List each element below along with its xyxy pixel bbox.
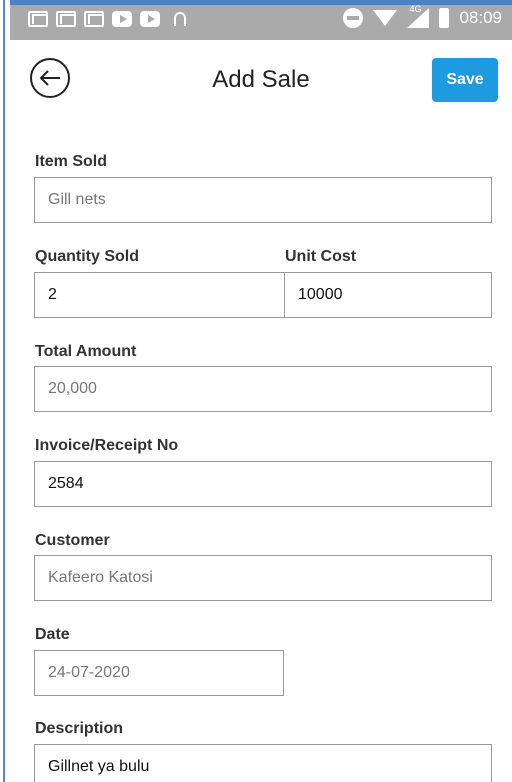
- unit-cost-label: Unit Cost: [285, 248, 357, 265]
- clock: 08:09: [459, 8, 502, 27]
- left-edge: [0, 0, 8, 782]
- item-sold-label: Item Sold: [35, 153, 108, 170]
- gmail-icon: [56, 11, 76, 27]
- gmail-icon: [84, 11, 104, 27]
- unit-cost-field[interactable]: 10000: [284, 272, 492, 318]
- item-sold-field[interactable]: Gill nets: [34, 177, 492, 223]
- network-type: 4G: [409, 4, 422, 14]
- gmail-icon: [28, 11, 48, 27]
- unit-cost-value: 10000: [298, 286, 343, 303]
- total-amount-value: 20,000: [48, 380, 97, 397]
- description-label: Description: [35, 720, 124, 737]
- invoice-label: Invoice/Receipt No: [35, 437, 179, 454]
- battery-icon: [439, 8, 450, 28]
- total-amount-field[interactable]: 20,000: [34, 366, 492, 412]
- youtube-icon: [140, 11, 160, 27]
- app-header: Add Sale Save: [10, 40, 512, 122]
- date-field[interactable]: 24-07-2020: [34, 650, 284, 696]
- system-icons: 4G 08:09: [343, 4, 502, 28]
- status-bar-stripe: [10, 0, 512, 5]
- status-bar: 4G 08:09: [10, 0, 512, 40]
- youtube-icon: [112, 11, 132, 27]
- save-button[interactable]: Save: [432, 58, 498, 102]
- total-amount-label: Total Amount: [35, 343, 137, 360]
- item-sold-value: Gill nets: [48, 191, 106, 208]
- quantity-sold-label: Quantity Sold: [35, 248, 139, 265]
- signal-icon: 4G: [407, 4, 430, 28]
- date-value: 24-07-2020: [48, 664, 130, 681]
- bell-icon: [174, 12, 186, 26]
- do-not-disturb-icon: [343, 8, 364, 28]
- description-field[interactable]: Gillnet ya bulu: [34, 744, 492, 782]
- wifi-icon: [373, 10, 398, 26]
- customer-field[interactable]: Kafeero Katosi: [34, 555, 492, 601]
- date-label: Date: [35, 626, 70, 643]
- quantity-sold-value: 2: [48, 286, 57, 303]
- quantity-sold-field[interactable]: 2: [34, 272, 285, 318]
- notification-icons: [28, 11, 186, 27]
- customer-label: Customer: [35, 532, 110, 549]
- invoice-field[interactable]: 2584: [34, 461, 492, 507]
- screen: 4G 08:09 Add Sale Save Item Sold Gill ne…: [0, 0, 512, 782]
- edge-line: [3, 0, 5, 782]
- description-value: Gillnet ya bulu: [48, 758, 150, 775]
- customer-value: Kafeero Katosi: [48, 569, 153, 586]
- invoice-value: 2584: [48, 475, 84, 492]
